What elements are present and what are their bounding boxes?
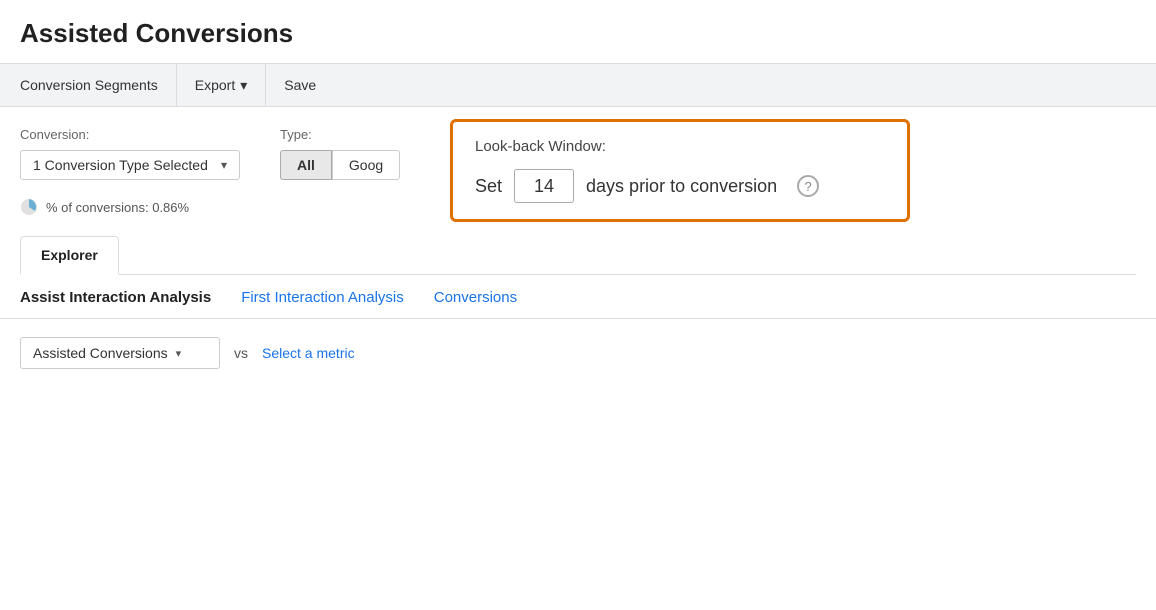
- export-button[interactable]: Export ▾: [177, 64, 267, 106]
- tab-explorer[interactable]: Explorer: [20, 236, 119, 275]
- explorer-section: Explorer: [0, 216, 1156, 275]
- conversion-metric-text: % of conversions: 0.86%: [46, 200, 189, 215]
- lookback-row: Set days prior to conversion ?: [475, 169, 885, 203]
- sub-nav-assist-interaction[interactable]: Assist Interaction Analysis: [20, 289, 211, 318]
- conversion-selected-value: 1 Conversion Type Selected: [33, 157, 208, 173]
- sub-nav-conversions[interactable]: Conversions: [434, 289, 517, 318]
- type-buttons: All Goog: [280, 150, 400, 180]
- conversion-label: Conversion:: [20, 127, 240, 142]
- conversion-segments-button[interactable]: Conversion Segments: [20, 64, 177, 106]
- type-btn-goog[interactable]: Goog: [332, 150, 400, 180]
- conversion-dropdown-arrow-icon: ▾: [221, 158, 227, 172]
- metric-dropdown-label: Assisted Conversions: [33, 345, 168, 361]
- type-btn-all[interactable]: All: [280, 150, 332, 180]
- lookback-title: Look-back Window:: [475, 138, 885, 155]
- sub-nav-first-interaction[interactable]: First Interaction Analysis: [241, 289, 404, 318]
- lookback-help-icon[interactable]: ?: [797, 175, 819, 197]
- type-label: Type:: [280, 127, 400, 142]
- conversion-filter-group: Conversion: 1 Conversion Type Selected ▾: [20, 127, 240, 180]
- lookback-set-label: Set: [475, 176, 502, 197]
- lookback-window-popup: Look-back Window: Set days prior to conv…: [450, 119, 910, 222]
- lookback-days-input[interactable]: [514, 169, 574, 203]
- pie-chart-icon: [20, 198, 38, 216]
- export-label: Export: [195, 77, 235, 93]
- metric-dropdown-chevron-icon: ▾: [176, 347, 182, 360]
- metric-row: Assisted Conversions ▾ vs Select a metri…: [0, 319, 1156, 369]
- toolbar: Conversion Segments Export ▾ Save: [0, 63, 1156, 107]
- page-title: Assisted Conversions: [0, 0, 1156, 63]
- save-button[interactable]: Save: [266, 64, 334, 106]
- filters-row: Conversion: 1 Conversion Type Selected ▾…: [0, 107, 1156, 190]
- type-filter-group: Type: All Goog: [280, 127, 400, 180]
- metric-dropdown[interactable]: Assisted Conversions ▾: [20, 337, 220, 369]
- export-chevron-icon: ▾: [240, 77, 247, 94]
- conversion-dropdown[interactable]: 1 Conversion Type Selected ▾: [20, 150, 240, 180]
- sub-nav: Assist Interaction Analysis First Intera…: [0, 275, 1156, 319]
- lookback-days-suffix: days prior to conversion: [586, 176, 777, 197]
- vs-label: vs: [234, 345, 248, 361]
- select-metric-link[interactable]: Select a metric: [262, 345, 355, 361]
- tab-bar: Explorer: [20, 236, 1136, 275]
